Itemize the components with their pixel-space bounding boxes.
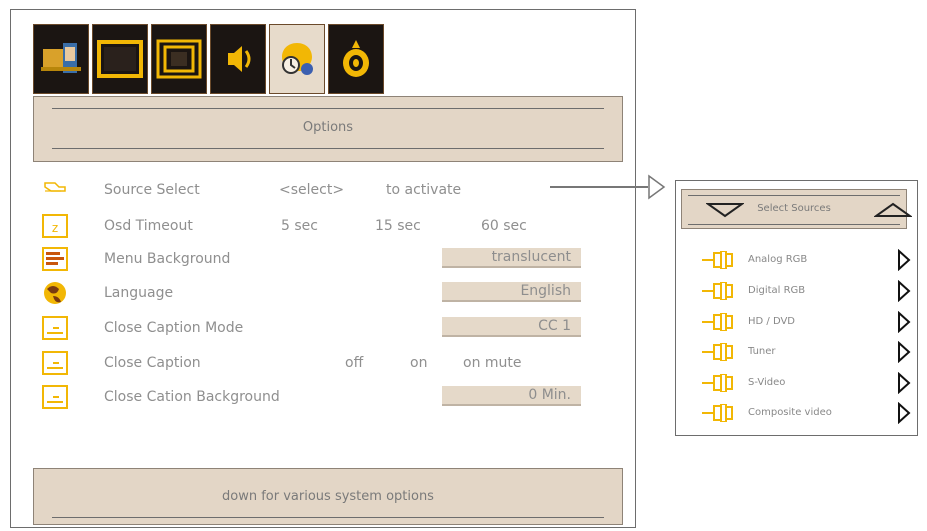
row-source-select[interactable]: Source Select <select> to activate	[41, 177, 601, 205]
connector-plug-icon	[702, 251, 733, 269]
caption-icon	[42, 316, 68, 340]
footer-hint: down for various system options	[222, 489, 434, 504]
menu-background-label: Menu Background	[104, 251, 231, 267]
footer-bar: down for various system options	[33, 468, 623, 525]
globe-icon	[44, 282, 66, 304]
row-close-caption[interactable]: Close Caption off on on mute	[41, 350, 601, 378]
source-select-hint-activate: to activate	[386, 182, 462, 198]
tab-screen[interactable]	[151, 24, 207, 94]
display-icon	[97, 40, 143, 78]
osd-options-panel: Options Source Select <select> to activa…	[10, 9, 636, 528]
cc-background-value[interactable]: 0 Min.	[442, 386, 581, 406]
sources-title: Select Sources	[757, 203, 831, 214]
cc-mode-value[interactable]: CC 1	[442, 317, 581, 337]
osd-timeout-60[interactable]: 60 sec	[481, 218, 527, 234]
source-label: Analog RGB	[748, 254, 808, 265]
source-label: Digital RGB	[748, 285, 806, 296]
close-caption-on[interactable]: on	[410, 355, 427, 371]
source-item-analog-rgb[interactable]: Analog RGB	[700, 249, 911, 271]
source-item-composite-video[interactable]: Composite video	[700, 402, 911, 424]
source-item-digital-rgb[interactable]: Digital RGB	[700, 280, 911, 302]
source-item-hd-dvd[interactable]: HD / DVD	[700, 311, 911, 333]
language-value[interactable]: English	[442, 282, 581, 302]
source-item-tuner[interactable]: Tuner	[700, 341, 911, 363]
connector-arrow	[550, 174, 666, 200]
source-select-hint-select: <select>	[279, 182, 345, 198]
options-icon	[282, 43, 313, 75]
row-menu-background[interactable]: Menu Background translucent	[41, 246, 601, 274]
source-label: HD / DVD	[748, 316, 796, 327]
row-cc-mode[interactable]: Close Caption Mode CC 1	[41, 315, 601, 343]
connector-plug-icon	[702, 374, 733, 392]
options-header-bar: Options	[33, 96, 623, 162]
cc-mode-label: Close Caption Mode	[104, 320, 244, 336]
svg-text:z: z	[52, 221, 58, 235]
source-item-s-video[interactable]: S-Video	[700, 372, 911, 394]
select-sources-header: Select Sources	[681, 189, 912, 229]
row-language[interactable]: Language English	[41, 280, 601, 308]
select-sources-panel: Select Sources Analog RGB Digital RGB HD…	[675, 180, 918, 436]
page-title: Options	[302, 120, 354, 135]
tab-source[interactable]	[33, 24, 89, 94]
menu-background-value[interactable]: translucent	[442, 248, 581, 268]
row-cc-background[interactable]: Close Cation Background 0 Min.	[41, 384, 601, 412]
play-arrow-icon[interactable]	[897, 311, 911, 333]
tab-audio[interactable]	[210, 24, 266, 94]
source-label: Tuner	[748, 346, 776, 357]
sources-rule-top	[688, 195, 900, 196]
header-rule-top	[52, 108, 604, 109]
connector-plug-icon	[702, 343, 733, 361]
timer-icon: z	[42, 214, 68, 238]
screen-adjust-icon	[156, 39, 202, 79]
sources-rule-bottom	[688, 224, 900, 225]
source-select-icon	[44, 182, 66, 192]
connector-plug-icon	[702, 282, 733, 300]
osd-timeout-label: Osd Timeout	[104, 218, 193, 234]
tab-options[interactable]	[269, 24, 325, 94]
connector-plug-icon	[702, 313, 733, 331]
audio-icon	[228, 46, 251, 72]
caption-icon	[42, 351, 68, 375]
tab-display[interactable]	[92, 24, 148, 94]
source-select-label: Source Select	[104, 182, 200, 198]
play-arrow-icon[interactable]	[897, 280, 911, 302]
tab-setup[interactable]	[328, 24, 384, 94]
close-caption-off[interactable]: off	[345, 355, 363, 371]
menu-background-icon	[42, 247, 68, 271]
osd-timeout-15[interactable]: 15 sec	[375, 218, 421, 234]
close-caption-on-mute[interactable]: on mute	[463, 355, 522, 371]
source-label: Composite video	[748, 407, 832, 418]
menu-tab-bar	[33, 24, 387, 94]
play-arrow-icon[interactable]	[897, 372, 911, 394]
osd-timeout-5[interactable]: 5 sec	[281, 218, 318, 234]
triangle-up-icon[interactable]	[874, 202, 912, 218]
cc-background-label: Close Cation Background	[104, 389, 280, 405]
caption-icon	[42, 385, 68, 409]
setup-icon	[343, 40, 369, 77]
connector-plug-icon	[702, 404, 733, 422]
picture-source-icon	[41, 43, 81, 73]
play-arrow-icon[interactable]	[897, 402, 911, 424]
source-label: S-Video	[748, 377, 786, 388]
close-caption-label: Close Caption	[104, 355, 201, 371]
footer-rule	[52, 517, 604, 518]
play-arrow-icon[interactable]	[897, 249, 911, 271]
language-label: Language	[104, 285, 174, 301]
row-osd-timeout[interactable]: z Osd Timeout 5 sec 15 sec 60 sec	[41, 213, 601, 241]
header-rule-bottom	[52, 148, 604, 149]
play-arrow-icon[interactable]	[897, 341, 911, 363]
